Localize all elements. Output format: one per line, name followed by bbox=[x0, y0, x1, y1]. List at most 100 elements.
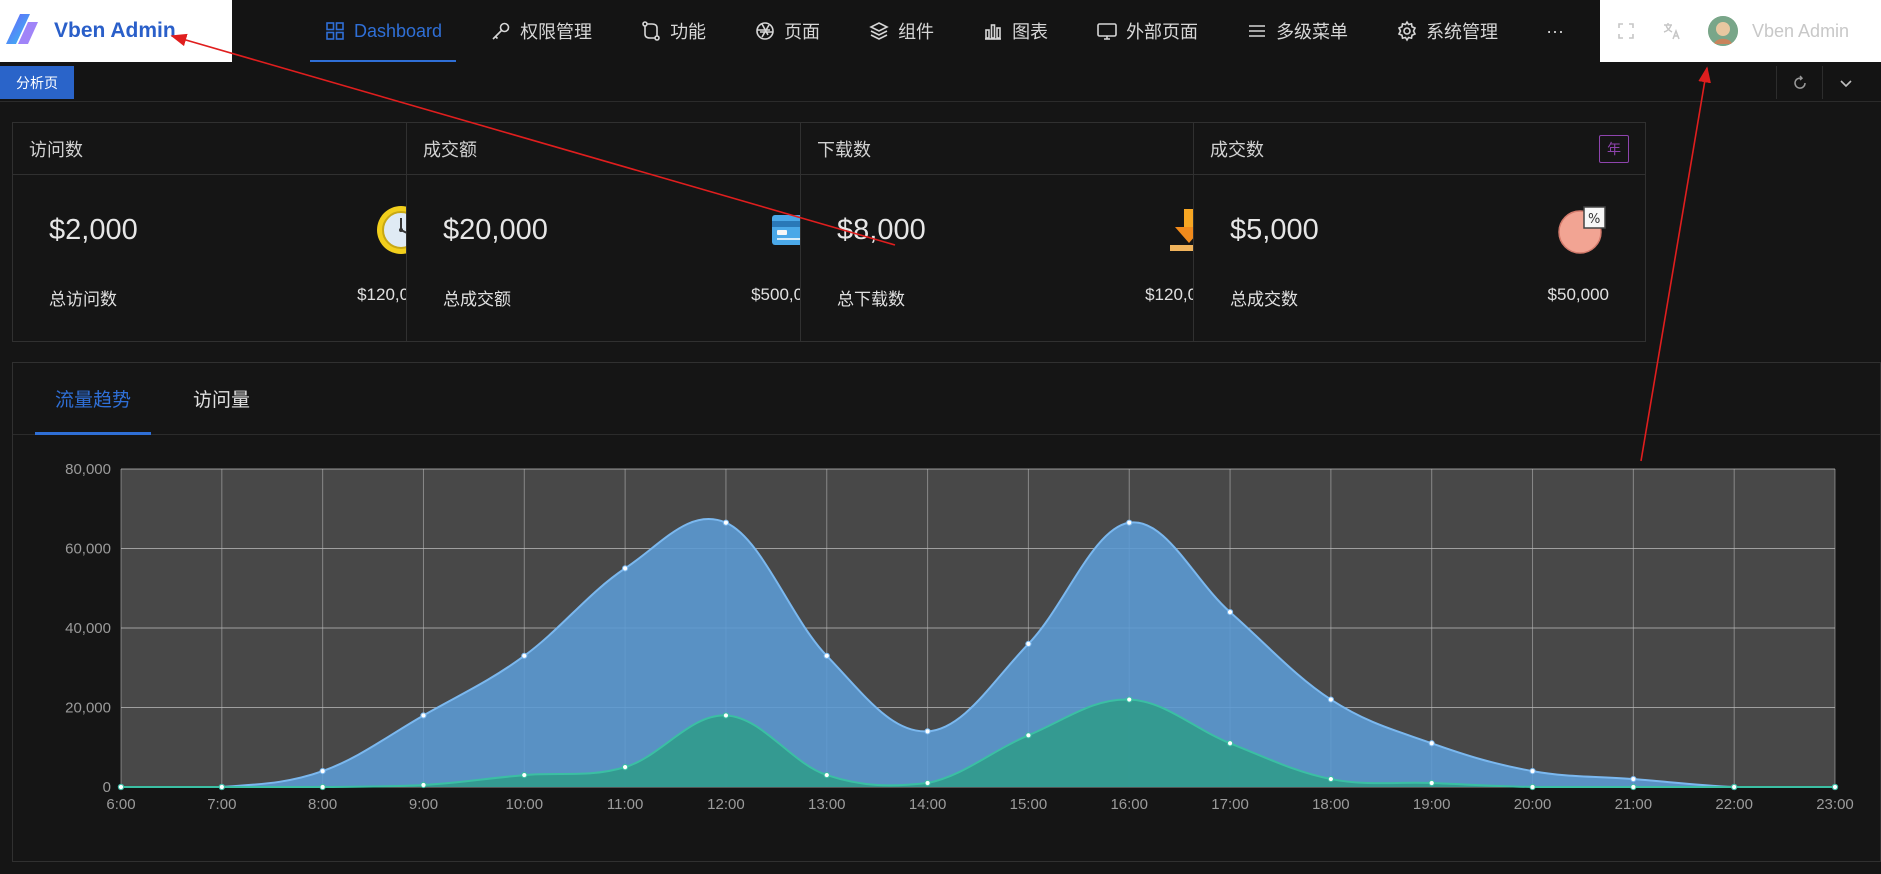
nav-item-7[interactable]: 多级菜单 bbox=[1222, 0, 1372, 62]
data-point bbox=[117, 783, 125, 791]
data-point bbox=[823, 771, 830, 779]
y-tick-label: 60,000 bbox=[65, 541, 111, 558]
data-point bbox=[722, 519, 730, 526]
nav-item-label: 多级菜单 bbox=[1276, 22, 1349, 42]
fullscreen-icon[interactable] bbox=[1614, 19, 1638, 43]
nav-item-0[interactable]: Dashboard bbox=[300, 0, 466, 62]
card-value: $20,000 bbox=[443, 213, 548, 246]
nav-item-8[interactable]: 系统管理 bbox=[1372, 0, 1522, 62]
logo-area[interactable]: Vben Admin bbox=[0, 0, 232, 62]
tab-bar: 分析页 bbox=[0, 62, 1881, 102]
card-header: 成交数 年 bbox=[1194, 123, 1645, 175]
translate-icon[interactable] bbox=[1660, 19, 1684, 43]
x-tick-label: 15:00 bbox=[1010, 796, 1048, 813]
x-tick-label: 8:00 bbox=[308, 796, 337, 813]
data-point bbox=[1831, 783, 1839, 791]
user-name[interactable]: Vben Admin bbox=[1752, 21, 1849, 42]
monitor-icon bbox=[1096, 20, 1126, 42]
data-point bbox=[622, 565, 629, 572]
data-point bbox=[1025, 732, 1032, 739]
data-point bbox=[823, 652, 830, 659]
vben-logo-icon bbox=[2, 8, 44, 55]
tab-traffic-trend[interactable]: 流量趋势 bbox=[35, 385, 152, 435]
app-title: Vben Admin bbox=[54, 19, 176, 42]
card-footer-label: 总访问数 bbox=[49, 290, 117, 309]
stat-card: 下载数周$8,000总下载数$120,000 bbox=[800, 122, 1253, 342]
data-point bbox=[1226, 609, 1234, 616]
user-avatar[interactable] bbox=[1708, 16, 1738, 46]
aperture-icon bbox=[754, 20, 784, 42]
card-title: 成交额 bbox=[423, 139, 477, 160]
nav-item-2[interactable]: 功能 bbox=[616, 0, 730, 62]
data-point bbox=[1428, 740, 1435, 747]
nav-item-label: 系统管理 bbox=[1426, 22, 1499, 42]
tab-visits[interactable]: 访问量 bbox=[173, 385, 270, 434]
data-point bbox=[218, 783, 225, 791]
header-actions: Vben Admin bbox=[1600, 0, 1881, 62]
x-tick-label: 19:00 bbox=[1413, 796, 1451, 813]
y-tick-label: 20,000 bbox=[65, 700, 111, 717]
nav-item-label: Dashboard bbox=[354, 20, 443, 41]
card-footer-label: 总成交数 bbox=[1230, 290, 1298, 309]
x-tick-label: 21:00 bbox=[1615, 796, 1653, 813]
data-point bbox=[1731, 783, 1738, 791]
key-icon bbox=[490, 20, 520, 42]
x-tick-label: 7:00 bbox=[207, 796, 236, 813]
data-point bbox=[420, 712, 427, 719]
y-tick-label: 0 bbox=[103, 779, 111, 796]
data-point bbox=[924, 728, 931, 735]
x-tick-label: 18:00 bbox=[1312, 796, 1350, 813]
x-tick-label: 13:00 bbox=[808, 796, 846, 813]
x-tick-label: 16:00 bbox=[1110, 796, 1148, 813]
menu-icon bbox=[1246, 20, 1276, 42]
nav-item-label: 图表 bbox=[1012, 22, 1049, 42]
pie-icon: % bbox=[1555, 203, 1609, 257]
data-point bbox=[1428, 779, 1435, 787]
y-tick-label: 40,000 bbox=[65, 620, 111, 637]
card-value: $2,000 bbox=[49, 213, 138, 246]
nav-item-label: 权限管理 bbox=[520, 22, 593, 42]
x-tick-label: 12:00 bbox=[707, 796, 745, 813]
x-tick-label: 6:00 bbox=[106, 796, 135, 813]
card-value: $8,000 bbox=[837, 213, 926, 246]
layers-icon bbox=[868, 20, 898, 42]
card-value: $5,000 bbox=[1230, 213, 1319, 246]
nav-item-6[interactable]: 外部页面 bbox=[1072, 0, 1222, 62]
x-tick-label: 23:00 bbox=[1816, 796, 1854, 813]
card-header: 访问数月 bbox=[13, 123, 464, 175]
tab-tools bbox=[1776, 66, 1868, 99]
tab-analysis[interactable]: 分析页 bbox=[0, 66, 74, 99]
x-tick-label: 17:00 bbox=[1211, 796, 1249, 813]
data-point bbox=[420, 781, 427, 789]
more-menu-button[interactable]: ··· bbox=[1522, 0, 1588, 62]
chevron-down-icon[interactable] bbox=[1822, 66, 1868, 99]
bar-chart-icon bbox=[982, 20, 1012, 42]
nav-item-label: 组件 bbox=[898, 22, 935, 42]
data-point bbox=[521, 652, 528, 659]
swap-icon bbox=[640, 20, 670, 42]
nav-item-5[interactable]: 图表 bbox=[958, 0, 1072, 62]
stat-card: 成交数 年 $5,000% 总成交数 $50,000 bbox=[1193, 122, 1646, 342]
nav-item-3[interactable]: 页面 bbox=[730, 0, 844, 62]
card-header: 成交额月 bbox=[407, 123, 858, 175]
nav-item-label: 功能 bbox=[670, 22, 707, 42]
data-point bbox=[1327, 775, 1334, 783]
main-nav: Dashboard 权限管理 功能 页面 组件 图表 外部页面 多级菜单 系统管理 ··· bbox=[300, 0, 1588, 62]
x-tick-label: 11:00 bbox=[607, 796, 643, 813]
card-footer-value: $50,000 bbox=[1547, 285, 1609, 304]
chart-panel: 流量趋势 访问量 0 20,000 40,000 60,000 80,000 6:00 7:… bbox=[12, 362, 1881, 862]
top-header: Vben Admin Dashboard 权限管理 功能 页面 组件 图表 外部页面 多级菜单… bbox=[0, 0, 1881, 62]
data-point bbox=[521, 771, 528, 779]
nav-item-4[interactable]: 组件 bbox=[844, 0, 958, 62]
gear-icon bbox=[1396, 20, 1426, 42]
nav-item-1[interactable]: 权限管理 bbox=[466, 0, 616, 62]
data-point bbox=[1126, 696, 1133, 703]
nav-item-label: 页面 bbox=[784, 22, 821, 42]
data-point bbox=[1327, 696, 1334, 703]
data-point bbox=[319, 768, 326, 775]
data-point bbox=[924, 779, 931, 787]
data-point bbox=[1226, 740, 1234, 747]
refresh-icon[interactable] bbox=[1776, 66, 1822, 99]
card-footer-label: 总成交额 bbox=[443, 290, 511, 309]
data-point bbox=[622, 764, 629, 771]
